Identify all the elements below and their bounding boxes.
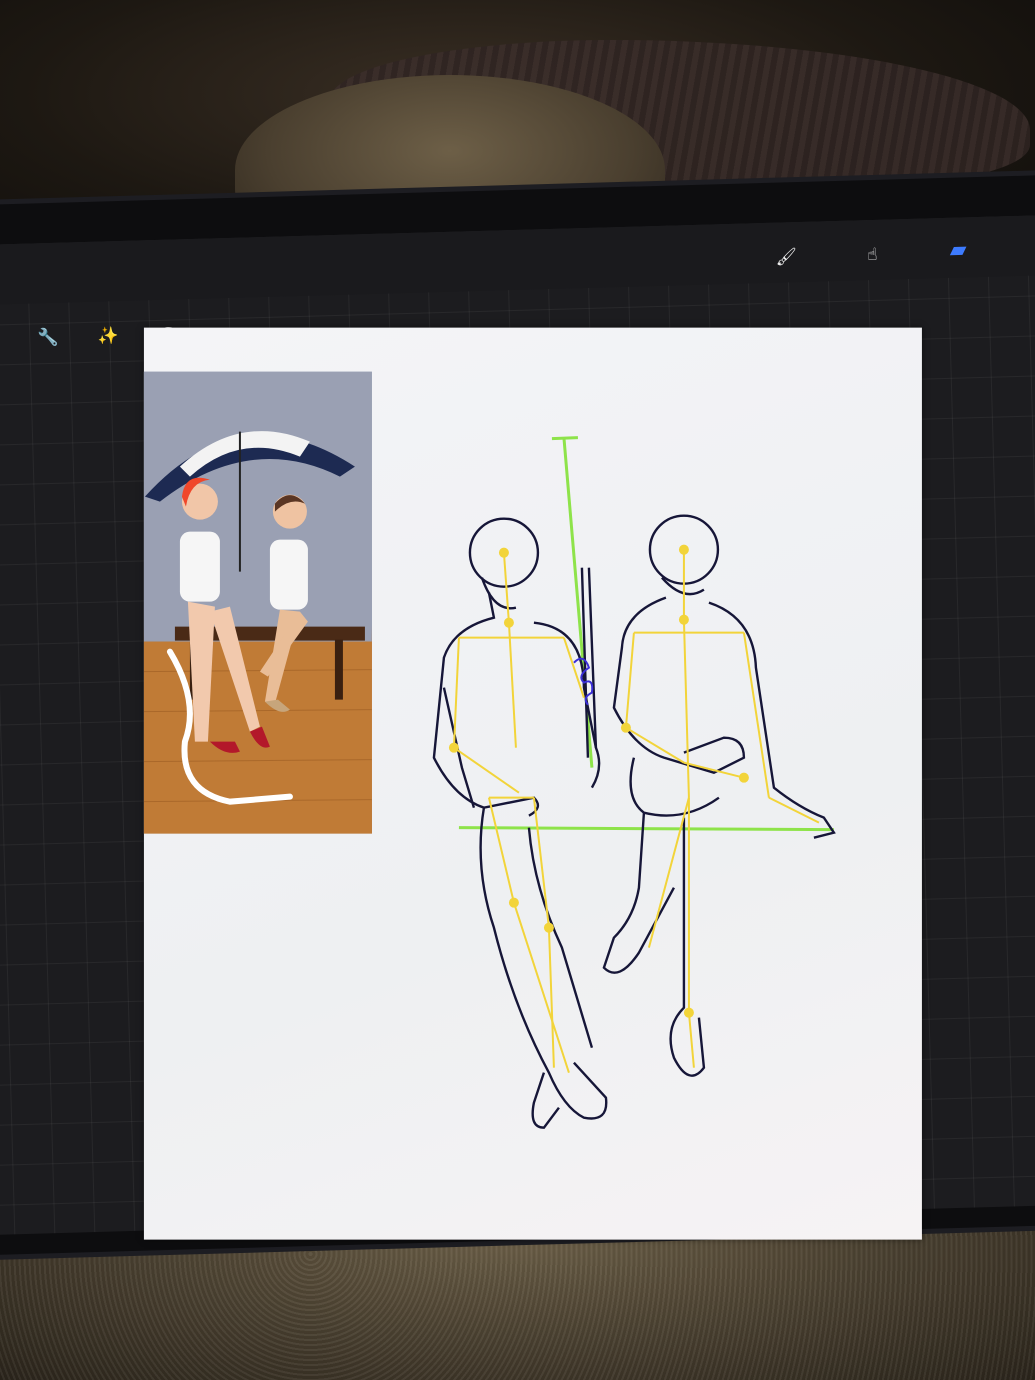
wrench-icon[interactable]: 🔧: [31, 321, 66, 356]
right-figure-outline: [602, 514, 836, 1077]
magic-wand-icon[interactable]: ✨: [91, 319, 126, 354]
figure-sketch: [432, 436, 836, 1129]
drawing-canvas[interactable]: [143, 327, 922, 1240]
tablet-device: ry 🔧 ✨ S ➚ 🖌 ☝ ▰: [0, 174, 1035, 1256]
left-figure-outline: [432, 517, 608, 1129]
right-figure-skeleton: [620, 544, 820, 1068]
guide-horizontal: [458, 826, 834, 832]
procreate-screen: ry 🔧 ✨ S ➚ 🖌 ☝ ▰: [0, 214, 1035, 1240]
